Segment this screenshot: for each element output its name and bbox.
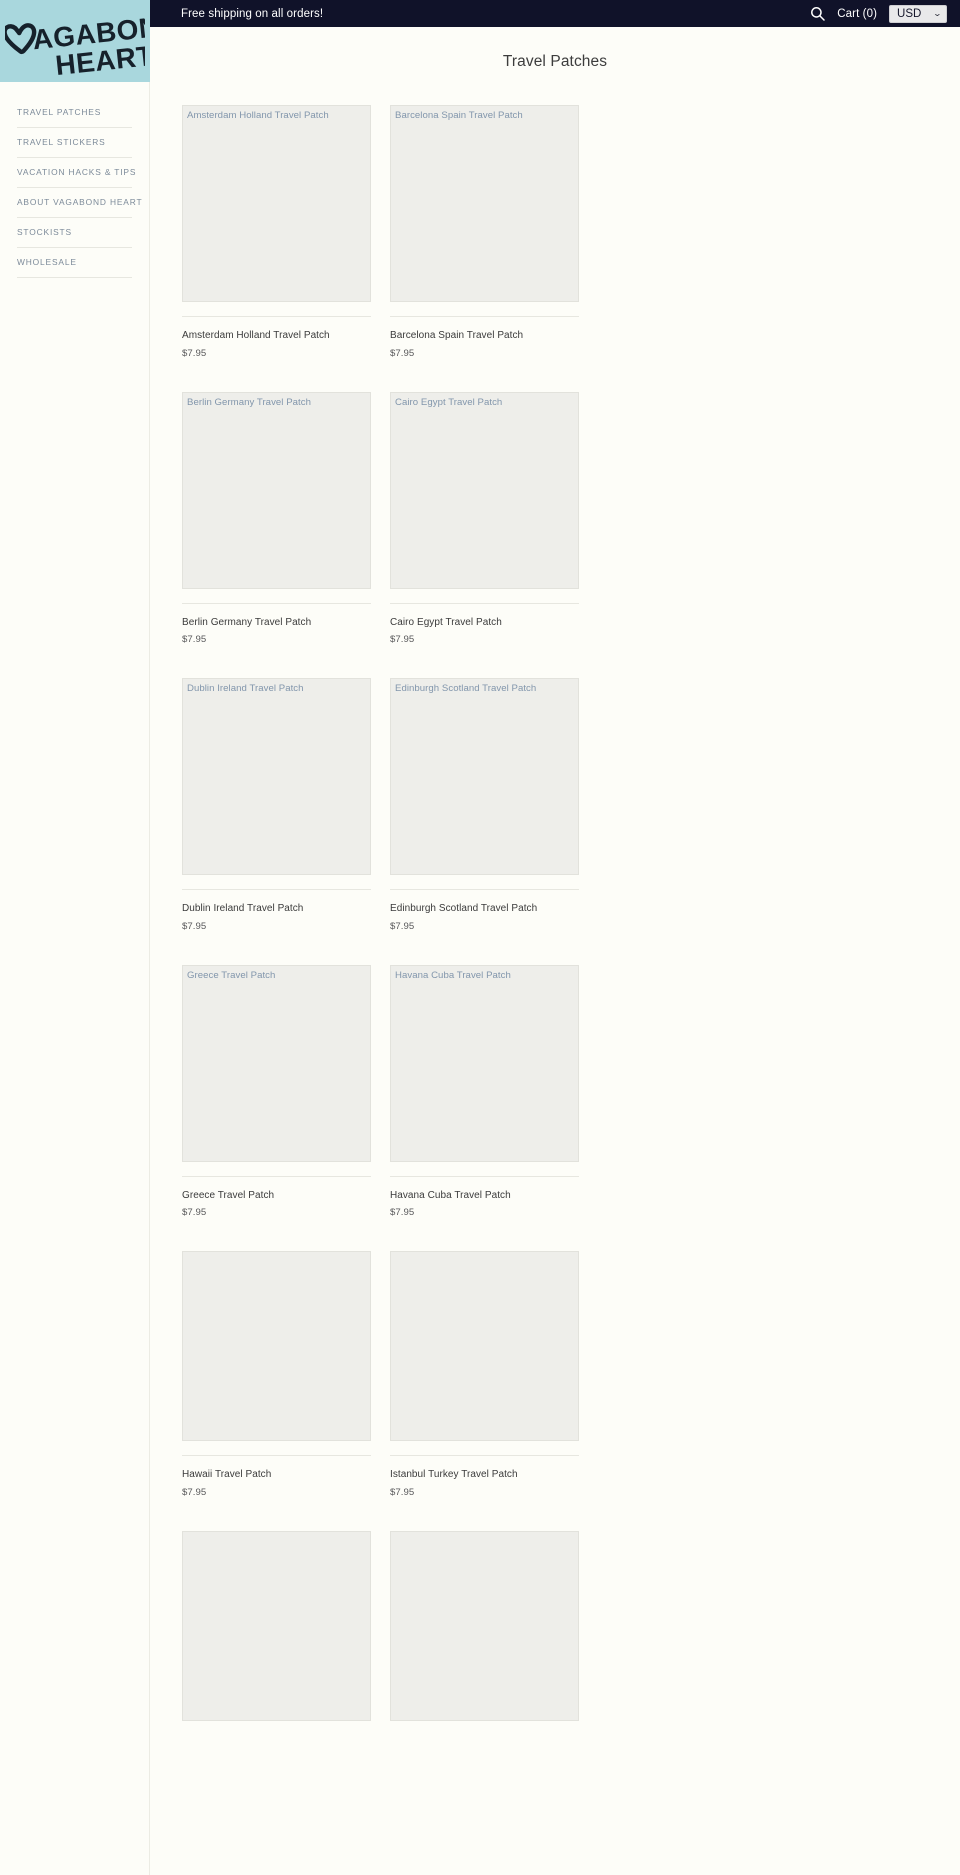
sidebar-item-travel-stickers[interactable]: TRAVEL STICKERS bbox=[17, 128, 132, 158]
product-info: Cairo Egypt Travel Patch $7.95 bbox=[390, 602, 579, 645]
sidebar-item-about-vagabond-heart[interactable]: ABOUT VAGABOND HEART bbox=[17, 188, 142, 218]
grid-row-spacer bbox=[182, 1498, 384, 1531]
product-card[interactable]: Dublin Ireland Travel Patch Dublin Irela… bbox=[182, 678, 371, 932]
product-title: Havana Cuba Travel Patch bbox=[390, 1189, 511, 1201]
product-image bbox=[390, 1251, 579, 1441]
product-card[interactable]: Amsterdam Holland Travel Patch Amsterdam… bbox=[182, 105, 371, 359]
product-price: $7.95 bbox=[182, 1486, 207, 1498]
announcement-text: Free shipping on all orders! bbox=[181, 7, 324, 20]
product-card[interactable]: Barcelona Spain Travel Patch Barcelona S… bbox=[390, 105, 579, 359]
topbar-actions: Cart (0) USD ⌄ bbox=[810, 4, 947, 23]
product-image-alt-text: Berlin Germany Travel Patch bbox=[187, 396, 311, 408]
currency-selector[interactable]: USD ⌄ bbox=[889, 4, 947, 23]
grid-row-spacer bbox=[390, 1218, 592, 1251]
product-card[interactable]: Havana Cuba Travel Patch Havana Cuba Tra… bbox=[390, 964, 579, 1218]
product-info: Hawaii Travel Patch $7.95 bbox=[182, 1455, 371, 1498]
product-title: Hawaii Travel Patch bbox=[182, 1469, 272, 1480]
grid-row-spacer bbox=[390, 932, 592, 965]
product-info: Greece Travel Patch $7.95 bbox=[182, 1175, 371, 1218]
product-title: Edinburgh Scotland Travel Patch bbox=[390, 903, 538, 914]
product-image-alt-text: Cairo Egypt Travel Patch bbox=[395, 396, 503, 408]
product-card[interactable]: Berlin Germany Travel Patch Berlin Germa… bbox=[182, 391, 371, 645]
product-image: Cairo Egypt Travel Patch bbox=[390, 391, 579, 589]
page-title: Travel Patches bbox=[502, 53, 608, 70]
product-image-alt-text: Edinburgh Scotland Travel Patch bbox=[395, 683, 537, 694]
cart-link[interactable]: Cart (0) bbox=[837, 8, 877, 20]
product-price: $7.95 bbox=[390, 634, 415, 645]
product-title: Dublin Ireland Travel Patch bbox=[182, 903, 304, 914]
product-image bbox=[182, 1530, 371, 1721]
product-card[interactable]: Cairo Egypt Travel Patch Cairo Egypt Tra… bbox=[390, 391, 579, 645]
announcement-bar: Free shipping on all orders! Cart (0) US… bbox=[150, 0, 960, 27]
product-price: $7.95 bbox=[182, 920, 207, 932]
product-card[interactable] bbox=[182, 1530, 371, 1721]
product-image: Havana Cuba Travel Patch bbox=[390, 964, 579, 1162]
search-glass-icon bbox=[811, 7, 825, 21]
product-grid: Amsterdam Holland Travel Patch Amsterdam… bbox=[150, 71, 592, 1721]
product-title: Amsterdam Holland Travel Patch bbox=[182, 330, 330, 341]
grid-row-spacer bbox=[390, 645, 592, 678]
product-image: Barcelona Spain Travel Patch bbox=[390, 105, 579, 302]
product-image: Greece Travel Patch bbox=[182, 964, 371, 1162]
sidebar-item-stockists[interactable]: STOCKISTS bbox=[17, 218, 132, 248]
grid-row-spacer bbox=[390, 359, 592, 392]
product-image bbox=[182, 1251, 371, 1441]
product-info: Istanbul Turkey Travel Patch $7.95 bbox=[390, 1455, 579, 1498]
product-title: Berlin Germany Travel Patch bbox=[182, 616, 312, 628]
sidebar-item-travel-patches[interactable]: TRAVEL PATCHES bbox=[17, 98, 132, 128]
product-info: Berlin Germany Travel Patch $7.95 bbox=[182, 602, 371, 645]
product-card[interactable]: Greece Travel Patch Greece Travel Patch … bbox=[182, 964, 371, 1218]
product-info: Edinburgh Scotland Travel Patch $7.95 bbox=[390, 889, 579, 932]
product-title: Cairo Egypt Travel Patch bbox=[390, 616, 502, 628]
sidebar-item-wholesale[interactable]: WHOLESALE bbox=[17, 248, 132, 278]
product-image-alt-text: Dublin Ireland Travel Patch bbox=[187, 683, 304, 694]
product-price: $7.95 bbox=[390, 920, 415, 932]
main-content: Travel Patches Amsterdam Holland Travel … bbox=[150, 27, 960, 1721]
product-card[interactable]: Edinburgh Scotland Travel Patch Edinburg… bbox=[390, 678, 579, 932]
product-price: $7.95 bbox=[182, 1207, 207, 1218]
product-image: Berlin Germany Travel Patch bbox=[182, 391, 371, 589]
product-image-alt-text: Amsterdam Holland Travel Patch bbox=[187, 110, 329, 121]
product-info: Dublin Ireland Travel Patch $7.95 bbox=[182, 889, 371, 932]
grid-row-spacer bbox=[182, 359, 384, 392]
product-title: Greece Travel Patch bbox=[182, 1189, 275, 1201]
product-image-alt-text: Greece Travel Patch bbox=[187, 969, 276, 981]
main-navigation: TRAVEL PATCHES TRAVEL STICKERS VACATION … bbox=[0, 82, 149, 278]
product-image: Amsterdam Holland Travel Patch bbox=[182, 105, 371, 302]
product-price: $7.95 bbox=[182, 634, 207, 645]
product-price: $7.95 bbox=[182, 347, 207, 359]
product-title: Istanbul Turkey Travel Patch bbox=[390, 1469, 518, 1480]
grid-row-spacer bbox=[182, 1218, 384, 1251]
product-image-alt-text: Barcelona Spain Travel Patch bbox=[395, 110, 523, 121]
currency-value: USD bbox=[897, 7, 922, 20]
product-card[interactable] bbox=[390, 1530, 579, 1721]
product-card[interactable]: Hawaii Travel Patch $7.95 bbox=[182, 1251, 371, 1498]
search-icon[interactable] bbox=[810, 6, 825, 21]
product-image: Edinburgh Scotland Travel Patch bbox=[390, 678, 579, 875]
product-price: $7.95 bbox=[390, 347, 415, 359]
grid-row-spacer bbox=[182, 645, 384, 678]
product-title: Barcelona Spain Travel Patch bbox=[390, 330, 524, 341]
product-image-alt-text: Havana Cuba Travel Patch bbox=[395, 969, 511, 981]
product-card[interactable]: Istanbul Turkey Travel Patch $7.95 bbox=[390, 1251, 579, 1498]
product-info: Havana Cuba Travel Patch $7.95 bbox=[390, 1175, 579, 1218]
chevron-down-icon: ⌄ bbox=[932, 8, 943, 18]
product-price: $7.95 bbox=[390, 1486, 415, 1498]
product-info: Amsterdam Holland Travel Patch $7.95 bbox=[182, 316, 371, 359]
site-logo[interactable]: AGABOND HEART bbox=[0, 0, 150, 82]
sidebar: AGABOND HEART TRAVEL PATCHES TRAVEL STIC… bbox=[0, 0, 150, 1875]
product-price: $7.95 bbox=[390, 1207, 415, 1218]
product-image: Dublin Ireland Travel Patch bbox=[182, 678, 371, 875]
product-image bbox=[390, 1530, 579, 1721]
grid-row-spacer bbox=[182, 932, 384, 965]
vagabond-heart-logo-icon: AGABOND HEART bbox=[5, 9, 145, 77]
grid-row-spacer bbox=[390, 1498, 592, 1531]
product-info: Barcelona Spain Travel Patch $7.95 bbox=[390, 316, 579, 359]
sidebar-item-vacation-hacks-tips[interactable]: VACATION HACKS & TIPS bbox=[17, 158, 135, 188]
